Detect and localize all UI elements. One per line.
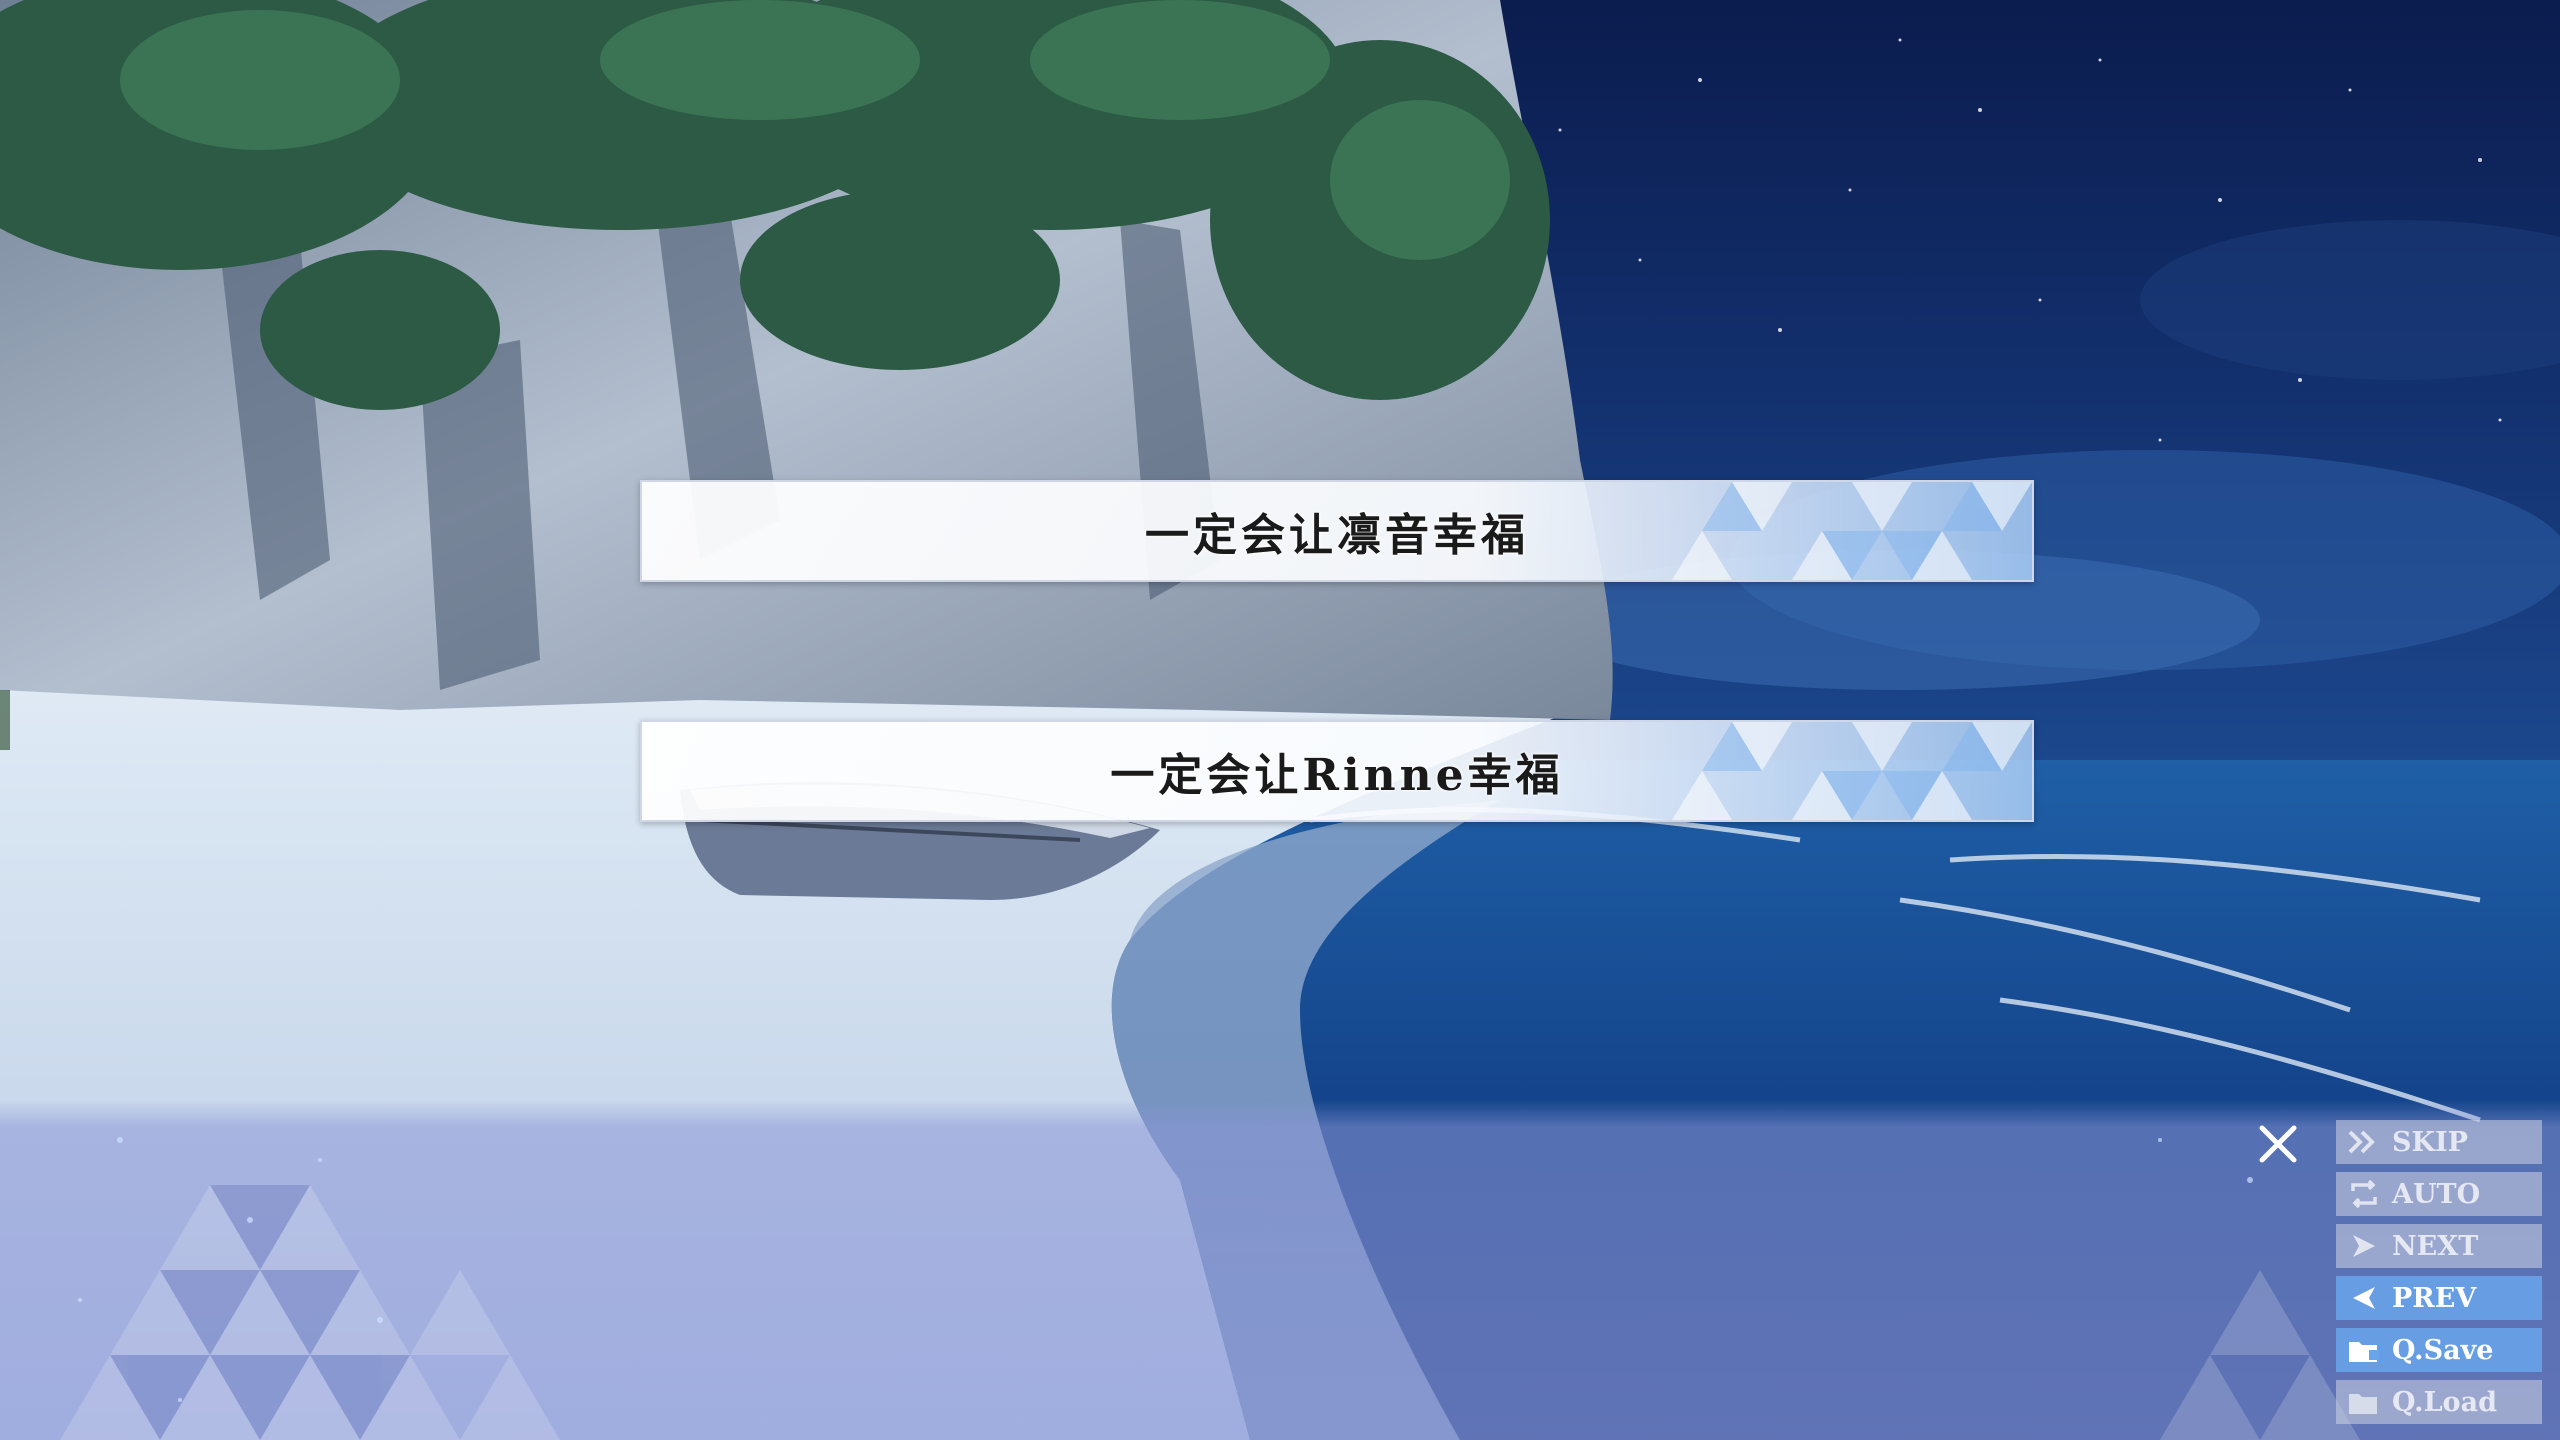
next-label: NEXT (2392, 1230, 2479, 1262)
choice-label-2: 一定会让Rinne幸福 (1110, 750, 1564, 801)
quick-save-label: Q.Save (2392, 1334, 2494, 1366)
side-edge-tab (0, 690, 10, 750)
game-scene: 一定会让凛音幸福 一定会让Rinne幸福 SKIP AUTO NEXT PREV… (0, 0, 2560, 1440)
next-button[interactable]: NEXT (2336, 1224, 2542, 1268)
folder-load-icon (2336, 1380, 2392, 1424)
choice-button-1[interactable]: 一定会让凛音幸福 (640, 480, 2034, 582)
double-chevron-right-icon (2336, 1120, 2392, 1164)
skip-button[interactable]: SKIP (2336, 1120, 2542, 1164)
close-icon[interactable] (2254, 1120, 2302, 1168)
prev-label: PREV (2392, 1282, 2477, 1314)
message-window (0, 1100, 2560, 1440)
choice-button-2[interactable]: 一定会让Rinne幸福 (640, 720, 2034, 822)
quick-load-button[interactable]: Q.Load (2336, 1380, 2542, 1424)
skip-label: SKIP (2392, 1126, 2468, 1158)
choice-label-1: 一定会让凛音幸福 (1145, 510, 1529, 561)
play-arrow-icon (2336, 1224, 2392, 1268)
quick-load-label: Q.Load (2392, 1386, 2497, 1418)
triangle-pattern-decoration (60, 1137, 2360, 1440)
arrow-left-icon (2336, 1276, 2392, 1320)
quick-save-button[interactable]: Q.Save (2336, 1328, 2542, 1372)
auto-button[interactable]: AUTO (2336, 1172, 2542, 1216)
prev-button[interactable]: PREV (2336, 1276, 2542, 1320)
folder-save-icon (2336, 1328, 2392, 1372)
repeat-icon (2336, 1172, 2392, 1216)
auto-label: AUTO (2392, 1178, 2481, 1210)
